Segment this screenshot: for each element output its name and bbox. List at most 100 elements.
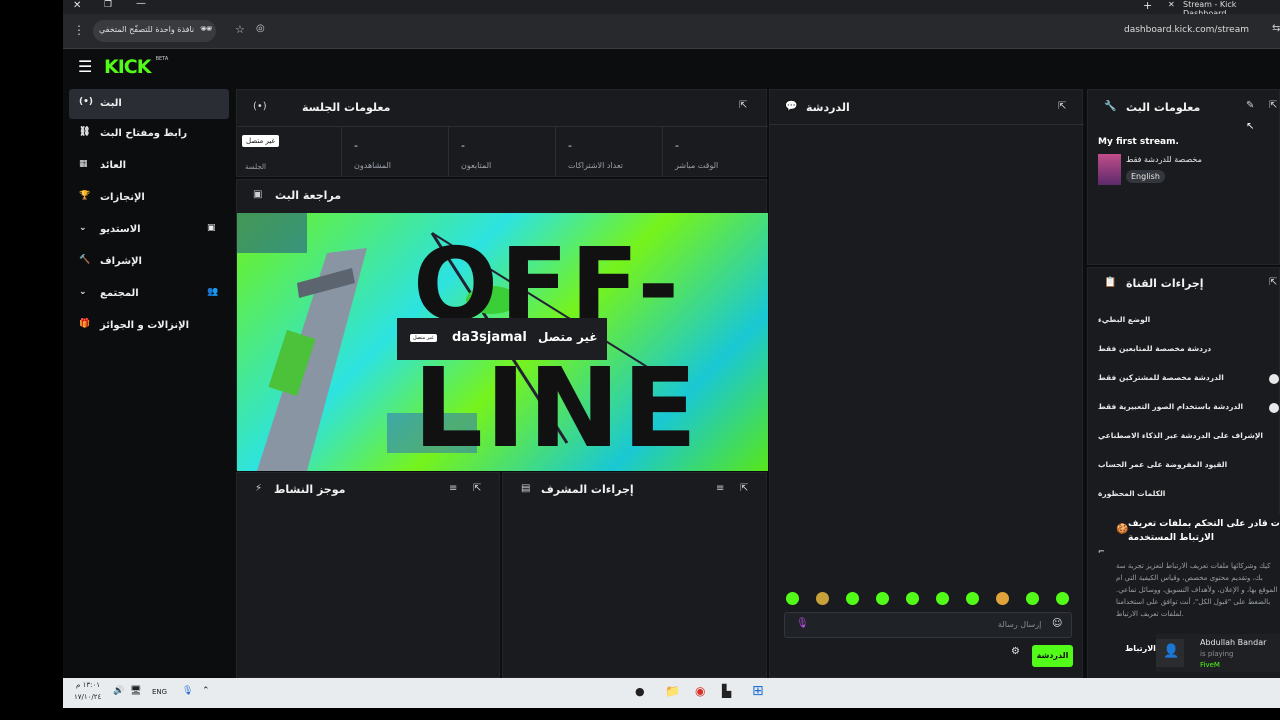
sidebar-item[interactable]: 🎁 الإنزالات و الجوائز [69,311,229,341]
close-icon[interactable]: ✕ [73,0,81,11]
url-text[interactable]: dashboard.kick.com/stream [1124,25,1249,35]
channel-setting-row[interactable]: الكلمات المحظورة [1088,487,1280,503]
toggle-switch[interactable] [1269,403,1279,413]
friend-avatar: 👤 [1156,639,1184,667]
kick-logo[interactable]: KICK BETA [104,56,168,78]
dashboard-page: ☰ KICK BETA (•) البث ⛓ رابط ومفتاح البث ▦ الع… [63,49,1280,678]
session-label: الجلسة [245,163,266,171]
friend-notification[interactable]: 👤 Abdullah Bandar is playing FiveM [1156,634,1280,672]
emote-icon[interactable] [1056,592,1069,605]
sidebar-item[interactable]: ⌄ المجتمع 👥 [69,279,229,309]
channel-setting-row[interactable]: الوضع البطيء [1088,313,1280,329]
mic-tray-icon[interactable]: 🎙 [182,686,193,696]
stat-value: - [461,139,465,152]
minimize-icon[interactable]: — [136,0,146,9]
popout-icon[interactable]: ⇱ [740,483,748,494]
logo-text: KICK [104,56,151,78]
sidebar-item[interactable]: ▦ العائد [69,151,229,181]
chrome-icon[interactable]: ◉ [695,684,705,698]
sidebar-item[interactable]: (•) البث [69,89,229,119]
emote-icon[interactable] [876,592,889,605]
sidebar-item-label: الإنزالات و الجوائز [100,320,190,331]
app-obs-icon[interactable]: ● [635,685,645,698]
document-icon: ▤ [521,483,531,494]
popout-icon[interactable]: ⇱ [473,483,481,494]
emote-icon[interactable] [906,592,919,605]
channel-setting-row[interactable]: الدردشة باستخدام الصور التعبيرية فقط [1088,400,1280,416]
popout-icon[interactable]: ⇱ [1269,100,1277,111]
session-title: معلومات الجلسة [302,101,391,114]
chat-send-button[interactable]: الدردشة [1032,645,1073,667]
offline-thumbnail[interactable]: OFF- LINE غير متصل da3sjamal غير متصل [237,213,768,471]
network-icon[interactable]: 🖥 [130,686,141,696]
terminal-icon[interactable]: ▙ [722,684,731,698]
activity-title: موجز النشاط [274,483,346,496]
eye-off-icon[interactable]: ◎ [256,23,265,34]
chat-title: الدردشة [806,101,850,114]
cookie-body: كيك وشركائها ملفات تعريف الارتباط لتعزيز… [1116,562,1278,618]
channel-setting-row[interactable]: الدردشة مخصصة للمشتركين فقط [1088,371,1280,387]
restore-icon[interactable]: ❐ [104,0,112,10]
emote-icon[interactable] [786,592,799,605]
incognito-chip[interactable]: نافذة واحدة للتصفّح المتخفي 🕶 [93,20,216,42]
channel-setting-row[interactable]: القيود المفروضة على عمر الحساب [1088,458,1280,474]
cookie-footer-link[interactable]: الارتباط [1125,644,1156,653]
sidebar-item[interactable]: 🏆 الإنجازات [69,183,229,213]
channel-setting-label: الدردشة باستخدام الصور التعبيرية فقط [1098,402,1244,411]
emote-icon[interactable] [1026,592,1039,605]
windows-start-icon[interactable]: ⊞ [752,683,764,699]
sidebar-item[interactable]: 🔨 الإشراف [69,247,229,277]
language-indicator[interactable]: ENG [152,688,167,696]
activity-panel: موجز النشاط ⚡ ≡ ⇱ [236,472,500,678]
channel-setting-label: الوضع البطيء [1098,315,1151,324]
sidebar-item[interactable]: ⌄ الاستديو ▣ [69,215,229,245]
tray-chevron-icon[interactable]: ⌃ [202,686,210,696]
emote-icon[interactable] [816,592,829,605]
popout-icon[interactable]: ⇱ [1058,101,1066,112]
sidebar-item[interactable]: ⛓ رابط ومفتاح البث [69,119,229,149]
clock-date[interactable]: ١٧/١٠/٢٤ [74,693,101,701]
hamburger-menu-icon[interactable]: ☰ [78,57,92,76]
sidebar-item-label: البث [100,98,122,109]
sidebar-item-label: المجتمع [100,288,139,299]
channel-setting-row[interactable]: دردشة مخصصة للمتابعين فقط [1088,342,1280,358]
browser-toolbar: ⋮ نافذة واحدة للتصفّح المتخفي 🕶 ☆ ◎ dash… [63,14,1280,49]
file-explorer-icon[interactable]: 📁 [665,684,680,698]
popout-icon[interactable]: ⇱ [739,100,747,111]
friend-status: is playing [1200,650,1234,658]
clock-time[interactable]: ١٣:٠١ م [76,681,100,689]
toggle-switch[interactable] [1269,374,1279,384]
new-tab-icon[interactable]: + [1143,0,1152,12]
settings-gear-icon[interactable]: ⚙ [1011,646,1020,657]
star-icon[interactable]: ☆ [235,23,245,36]
stat-subs: - تعداد الاشتراكات [555,127,662,177]
filter-icon[interactable]: ≡ [716,483,724,494]
emote-icon[interactable] [966,592,979,605]
tab-close-icon[interactable]: ✕ [1168,0,1175,9]
chat-input[interactable]: 🎙 إرسال رسالة ☺ [784,612,1072,638]
stat-label: المتابعون [461,161,492,170]
tune-icon[interactable]: ⇆ [1272,23,1280,34]
popout-icon[interactable]: ⇱ [1269,277,1277,288]
emote-icon[interactable] [846,592,859,605]
stat-value: - [675,139,679,152]
edit-pencil-icon[interactable]: ✎ [1246,100,1254,111]
stat-label: المشاهدون [354,161,392,170]
menu-dots-icon[interactable]: ⋮ [73,23,85,37]
microphone-icon[interactable]: 🎙 [796,618,809,629]
channel-setting-label: دردشة مخصصة للمتابعين فقط [1098,344,1212,353]
channel-setting-label: الكلمات المحظورة [1098,489,1166,498]
channel-setting-row[interactable]: الإشراف على الدردشة عبر الذكاء الاصطناعي [1088,429,1280,445]
filter-icon[interactable]: ≡ [449,483,457,494]
volume-icon[interactable]: 🔊 [113,686,124,696]
session-panel: معلومات الجلسة (•) ⇱ غير متصل الجلسة - ا… [236,89,768,177]
emoji-picker-icon[interactable]: ☺ [1052,618,1062,629]
preview-panel: مراجعة البث ▣ OFF- LINE غير متصل da3sjam… [236,179,768,471]
studio-icon: ⌄ [79,223,87,233]
mod-actions-title: إجراءات المشرف [541,483,634,496]
emote-icon[interactable] [996,592,1009,605]
emote-icon[interactable] [936,592,949,605]
chat-input-placeholder: إرسال رسالة [998,620,1042,629]
stat-label: الوقت مباشر [675,161,719,170]
broadcast-icon: (•) [79,97,93,107]
